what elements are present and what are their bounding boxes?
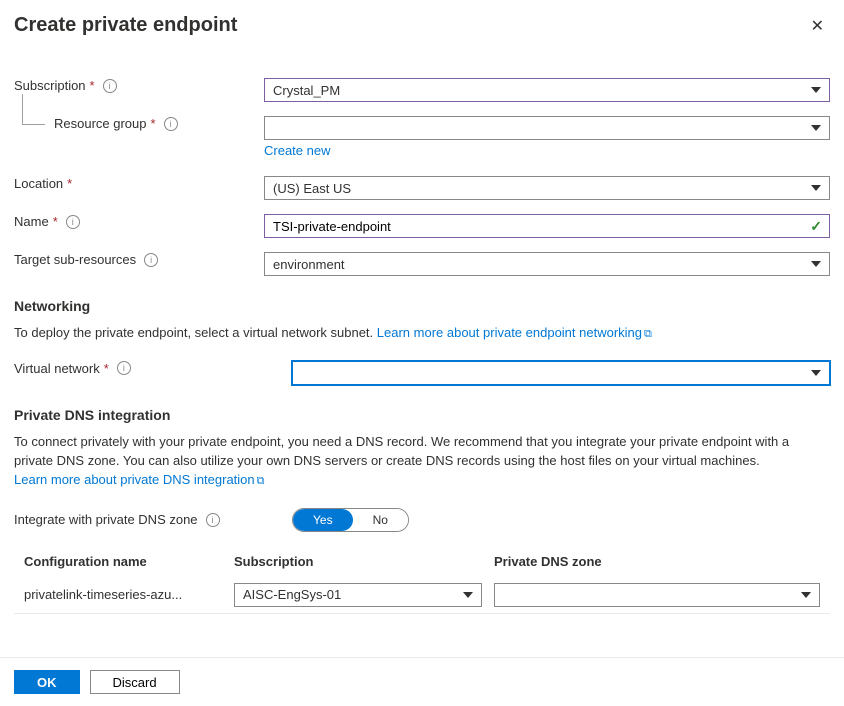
learn-more-networking-link[interactable]: Learn more about private endpoint networ… bbox=[377, 325, 652, 340]
virtual-network-select[interactable] bbox=[292, 361, 830, 385]
external-link-icon: ⧉ bbox=[644, 328, 652, 340]
integrate-dns-toggle[interactable]: Yes No bbox=[292, 508, 409, 532]
check-icon: ✓ bbox=[810, 218, 822, 235]
info-icon[interactable]: i bbox=[144, 253, 158, 267]
location-select[interactable]: (US) East US bbox=[264, 176, 830, 200]
chevron-down-icon bbox=[811, 185, 821, 191]
info-icon[interactable]: i bbox=[103, 79, 117, 93]
info-icon[interactable]: i bbox=[206, 513, 220, 527]
location-label: Location* bbox=[14, 176, 264, 191]
learn-more-dns-link[interactable]: Learn more about private DNS integration… bbox=[14, 472, 265, 487]
networking-body: To deploy the private endpoint, select a… bbox=[14, 324, 830, 343]
page-title: Create private endpoint bbox=[14, 14, 237, 37]
ok-button[interactable]: OK bbox=[14, 670, 80, 694]
dns-table-row: privatelink-timeseries-azu... AISC-EngSy… bbox=[14, 577, 830, 614]
close-icon[interactable]: ✕ bbox=[805, 14, 830, 38]
dns-col-config: Configuration name bbox=[24, 554, 234, 569]
toggle-yes[interactable]: Yes bbox=[293, 509, 353, 531]
chevron-down-icon bbox=[463, 592, 473, 598]
toggle-no[interactable]: No bbox=[353, 509, 408, 531]
dns-heading: Private DNS integration bbox=[14, 407, 830, 423]
dns-col-subscription: Subscription bbox=[234, 554, 494, 569]
name-label: Name* i bbox=[14, 214, 264, 229]
external-link-icon: ⧉ bbox=[257, 475, 265, 487]
target-sub-resources-select[interactable]: environment bbox=[264, 252, 830, 276]
resource-group-select[interactable] bbox=[264, 116, 830, 140]
virtual-network-label: Virtual network* i bbox=[14, 361, 292, 376]
chevron-down-icon bbox=[811, 370, 821, 376]
chevron-down-icon bbox=[811, 87, 821, 93]
chevron-down-icon bbox=[811, 261, 821, 267]
subscription-select[interactable]: Crystal_PM bbox=[264, 78, 830, 102]
dns-body: To connect privately with your private e… bbox=[14, 433, 830, 490]
target-sub-resources-label: Target sub-resources i bbox=[14, 252, 264, 267]
networking-heading: Networking bbox=[14, 298, 830, 314]
dns-config-name: privatelink-timeseries-azu... bbox=[24, 587, 234, 602]
dns-zone-select[interactable] bbox=[494, 583, 820, 607]
dns-subscription-select[interactable]: AISC-EngSys-01 bbox=[234, 583, 482, 607]
subscription-label: Subscription* i bbox=[14, 78, 264, 93]
chevron-down-icon bbox=[811, 125, 821, 131]
info-icon[interactable]: i bbox=[117, 361, 131, 375]
integrate-dns-label: Integrate with private DNS zone i bbox=[14, 512, 292, 527]
name-input[interactable] bbox=[264, 214, 830, 238]
dns-col-zone: Private DNS zone bbox=[494, 554, 820, 569]
info-icon[interactable]: i bbox=[66, 215, 80, 229]
chevron-down-icon bbox=[801, 592, 811, 598]
resource-group-label: Resource group* i bbox=[14, 116, 264, 131]
info-icon[interactable]: i bbox=[164, 117, 178, 131]
create-new-link[interactable]: Create new bbox=[264, 143, 330, 158]
discard-button[interactable]: Discard bbox=[90, 670, 180, 694]
